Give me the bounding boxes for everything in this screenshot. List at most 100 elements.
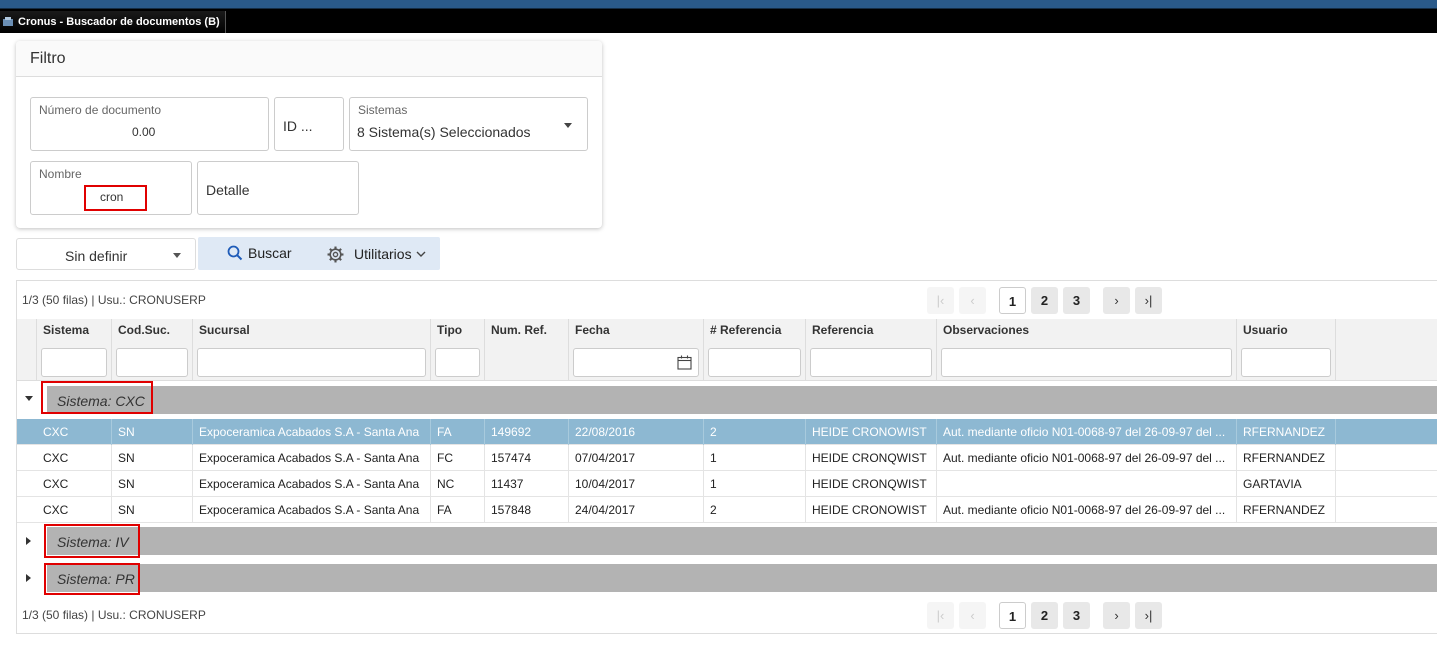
page-button-2[interactable]: 2 bbox=[1031, 287, 1058, 314]
page-button-1[interactable]: 1 bbox=[999, 287, 1026, 314]
last-page-button[interactable]: ›| bbox=[1135, 287, 1162, 314]
cell: NC bbox=[431, 471, 485, 497]
cell: HEIDE CRONOWIST bbox=[806, 497, 937, 523]
prev-page-button[interactable]: ‹ bbox=[959, 287, 986, 314]
cell: 1 bbox=[704, 471, 806, 497]
cell: 07/04/2017 bbox=[569, 445, 704, 471]
date-filter-input[interactable] bbox=[573, 348, 699, 377]
filter-input[interactable] bbox=[116, 348, 188, 377]
first-page-button[interactable]: |‹ bbox=[927, 602, 954, 629]
detail-field[interactable]: Detalle bbox=[197, 161, 359, 215]
column-header[interactable]: Sistema bbox=[37, 319, 112, 381]
cell: Expoceramica Acabados S.A - Santa Ana bbox=[193, 445, 431, 471]
table-row[interactable]: CXC SN Expoceramica Acabados S.A - Santa… bbox=[17, 445, 1437, 471]
page-button-3[interactable]: 3 bbox=[1063, 602, 1090, 629]
gear-icon bbox=[327, 246, 344, 263]
filter-input[interactable] bbox=[435, 348, 480, 377]
view-select[interactable]: Sin definir bbox=[16, 238, 196, 270]
group-row[interactable]: Sistema: IV bbox=[17, 524, 1437, 558]
chevron-down-icon bbox=[416, 251, 426, 257]
page-button-1[interactable]: 1 bbox=[999, 602, 1026, 629]
pager-info: 1/3 (50 filas) | Usu.: CRONUSERP bbox=[22, 293, 206, 307]
filter-input[interactable] bbox=[1241, 348, 1331, 377]
collapse-toggle-icon[interactable] bbox=[25, 396, 33, 401]
column-header-row: Sistema Cod.Suc. Sucursal Tipo Num. Ref.… bbox=[17, 319, 1437, 381]
cell: GARTAVIA bbox=[1237, 471, 1336, 497]
group-row[interactable]: Sistema: CXC bbox=[17, 383, 1437, 417]
cell: 149692 bbox=[485, 419, 569, 445]
view-select-value: Sin definir bbox=[65, 248, 128, 264]
column-header[interactable]: Usuario bbox=[1237, 319, 1336, 381]
name-label: Nombre bbox=[39, 167, 82, 181]
highlight-box bbox=[84, 185, 147, 211]
table-row[interactable]: CXC SN Expoceramica Acabados S.A - Santa… bbox=[17, 471, 1437, 497]
cell bbox=[937, 471, 1237, 497]
id-field[interactable]: ID ... bbox=[274, 97, 344, 151]
highlight-box bbox=[41, 381, 153, 414]
pager-info: 1/3 (50 filas) | Usu.: CRONUSERP bbox=[22, 608, 206, 622]
expand-column-header bbox=[17, 319, 37, 381]
last-page-button[interactable]: ›| bbox=[1135, 602, 1162, 629]
column-header[interactable]: Tipo bbox=[431, 319, 485, 381]
column-header[interactable]: Num. Ref. bbox=[485, 319, 569, 381]
highlight-box bbox=[44, 563, 140, 595]
filter-input[interactable] bbox=[810, 348, 932, 377]
document-number-field[interactable]: Número de documento 0.00 bbox=[30, 97, 269, 151]
cell: 24/04/2017 bbox=[569, 497, 704, 523]
document-number-label: Número de documento bbox=[39, 103, 162, 117]
systems-label: Sistemas bbox=[358, 103, 408, 117]
first-page-button[interactable]: |‹ bbox=[927, 287, 954, 314]
chevron-down-icon bbox=[173, 253, 181, 258]
column-header[interactable]: Cod.Suc. bbox=[112, 319, 193, 381]
document-number-value: 0.00 bbox=[132, 125, 156, 139]
systems-value: 8 Sistema(s) Seleccionados bbox=[357, 124, 531, 140]
next-page-button[interactable]: › bbox=[1103, 602, 1130, 629]
table-row[interactable]: CXC SN Expoceramica Acabados S.A - Santa… bbox=[17, 497, 1437, 523]
cell: FC bbox=[431, 445, 485, 471]
cell: 157474 bbox=[485, 445, 569, 471]
group-row[interactable]: Sistema: PR bbox=[17, 561, 1437, 595]
column-header[interactable]: Fecha bbox=[569, 319, 704, 381]
column-header[interactable]: # Referencia bbox=[704, 319, 806, 381]
page-button-2[interactable]: 2 bbox=[1031, 602, 1058, 629]
cell: Aut. mediante oficio N01-0068-97 del 26-… bbox=[937, 445, 1237, 471]
calendar-icon[interactable] bbox=[677, 355, 692, 370]
cell: Expoceramica Acabados S.A - Santa Ana bbox=[193, 419, 431, 445]
cell: CXC bbox=[37, 445, 112, 471]
group-bar bbox=[47, 564, 1437, 592]
cell: CXC bbox=[37, 419, 112, 445]
page-button-3[interactable]: 3 bbox=[1063, 287, 1090, 314]
search-button[interactable]: Buscar bbox=[248, 245, 292, 261]
bottom-pager: 1/3 (50 filas) | Usu.: CRONUSERP |‹ ‹ 1 … bbox=[17, 596, 1437, 632]
title-bar: Cronus - Buscador de documentos (B) bbox=[0, 0, 1437, 33]
group-bar bbox=[47, 527, 1437, 555]
cell: SN bbox=[112, 445, 193, 471]
cell: 11437 bbox=[485, 471, 569, 497]
cell: Expoceramica Acabados S.A - Santa Ana bbox=[193, 497, 431, 523]
window-tab[interactable]: Cronus - Buscador de documentos (B) bbox=[0, 11, 226, 33]
utilities-button[interactable]: Utilitarios bbox=[354, 246, 412, 262]
expand-toggle-icon[interactable] bbox=[26, 537, 31, 545]
action-bar: Buscar Utilitarios bbox=[198, 237, 440, 270]
cell: RFERNANDEZ bbox=[1237, 445, 1336, 471]
column-header[interactable]: Sucursal bbox=[193, 319, 431, 381]
filter-title: Filtro bbox=[16, 41, 602, 77]
filter-input[interactable] bbox=[41, 348, 107, 377]
filter-input[interactable] bbox=[197, 348, 426, 377]
filter-input[interactable] bbox=[708, 348, 801, 377]
prev-page-button[interactable]: ‹ bbox=[959, 602, 986, 629]
cell: 22/08/2016 bbox=[569, 419, 704, 445]
top-pager: 1/3 (50 filas) | Usu.: CRONUSERP |‹ ‹ 1 … bbox=[17, 281, 1437, 317]
cell: HEIDE CRONOWIST bbox=[806, 419, 937, 445]
systems-select[interactable]: Sistemas 8 Sistema(s) Seleccionados bbox=[349, 97, 588, 151]
cell: RFERNANDEZ bbox=[1237, 497, 1336, 523]
table-row[interactable]: CXC SN Expoceramica Acabados S.A - Santa… bbox=[17, 419, 1437, 445]
cell: Aut. mediante oficio N01-0068-97 del 26-… bbox=[937, 419, 1237, 445]
column-header[interactable]: Observaciones bbox=[937, 319, 1237, 381]
filter-input[interactable] bbox=[941, 348, 1232, 377]
column-header[interactable]: Referencia bbox=[806, 319, 937, 381]
next-page-button[interactable]: › bbox=[1103, 287, 1130, 314]
detail-field-text: Detalle bbox=[206, 182, 250, 198]
expand-toggle-icon[interactable] bbox=[26, 574, 31, 582]
search-icon bbox=[227, 245, 243, 261]
